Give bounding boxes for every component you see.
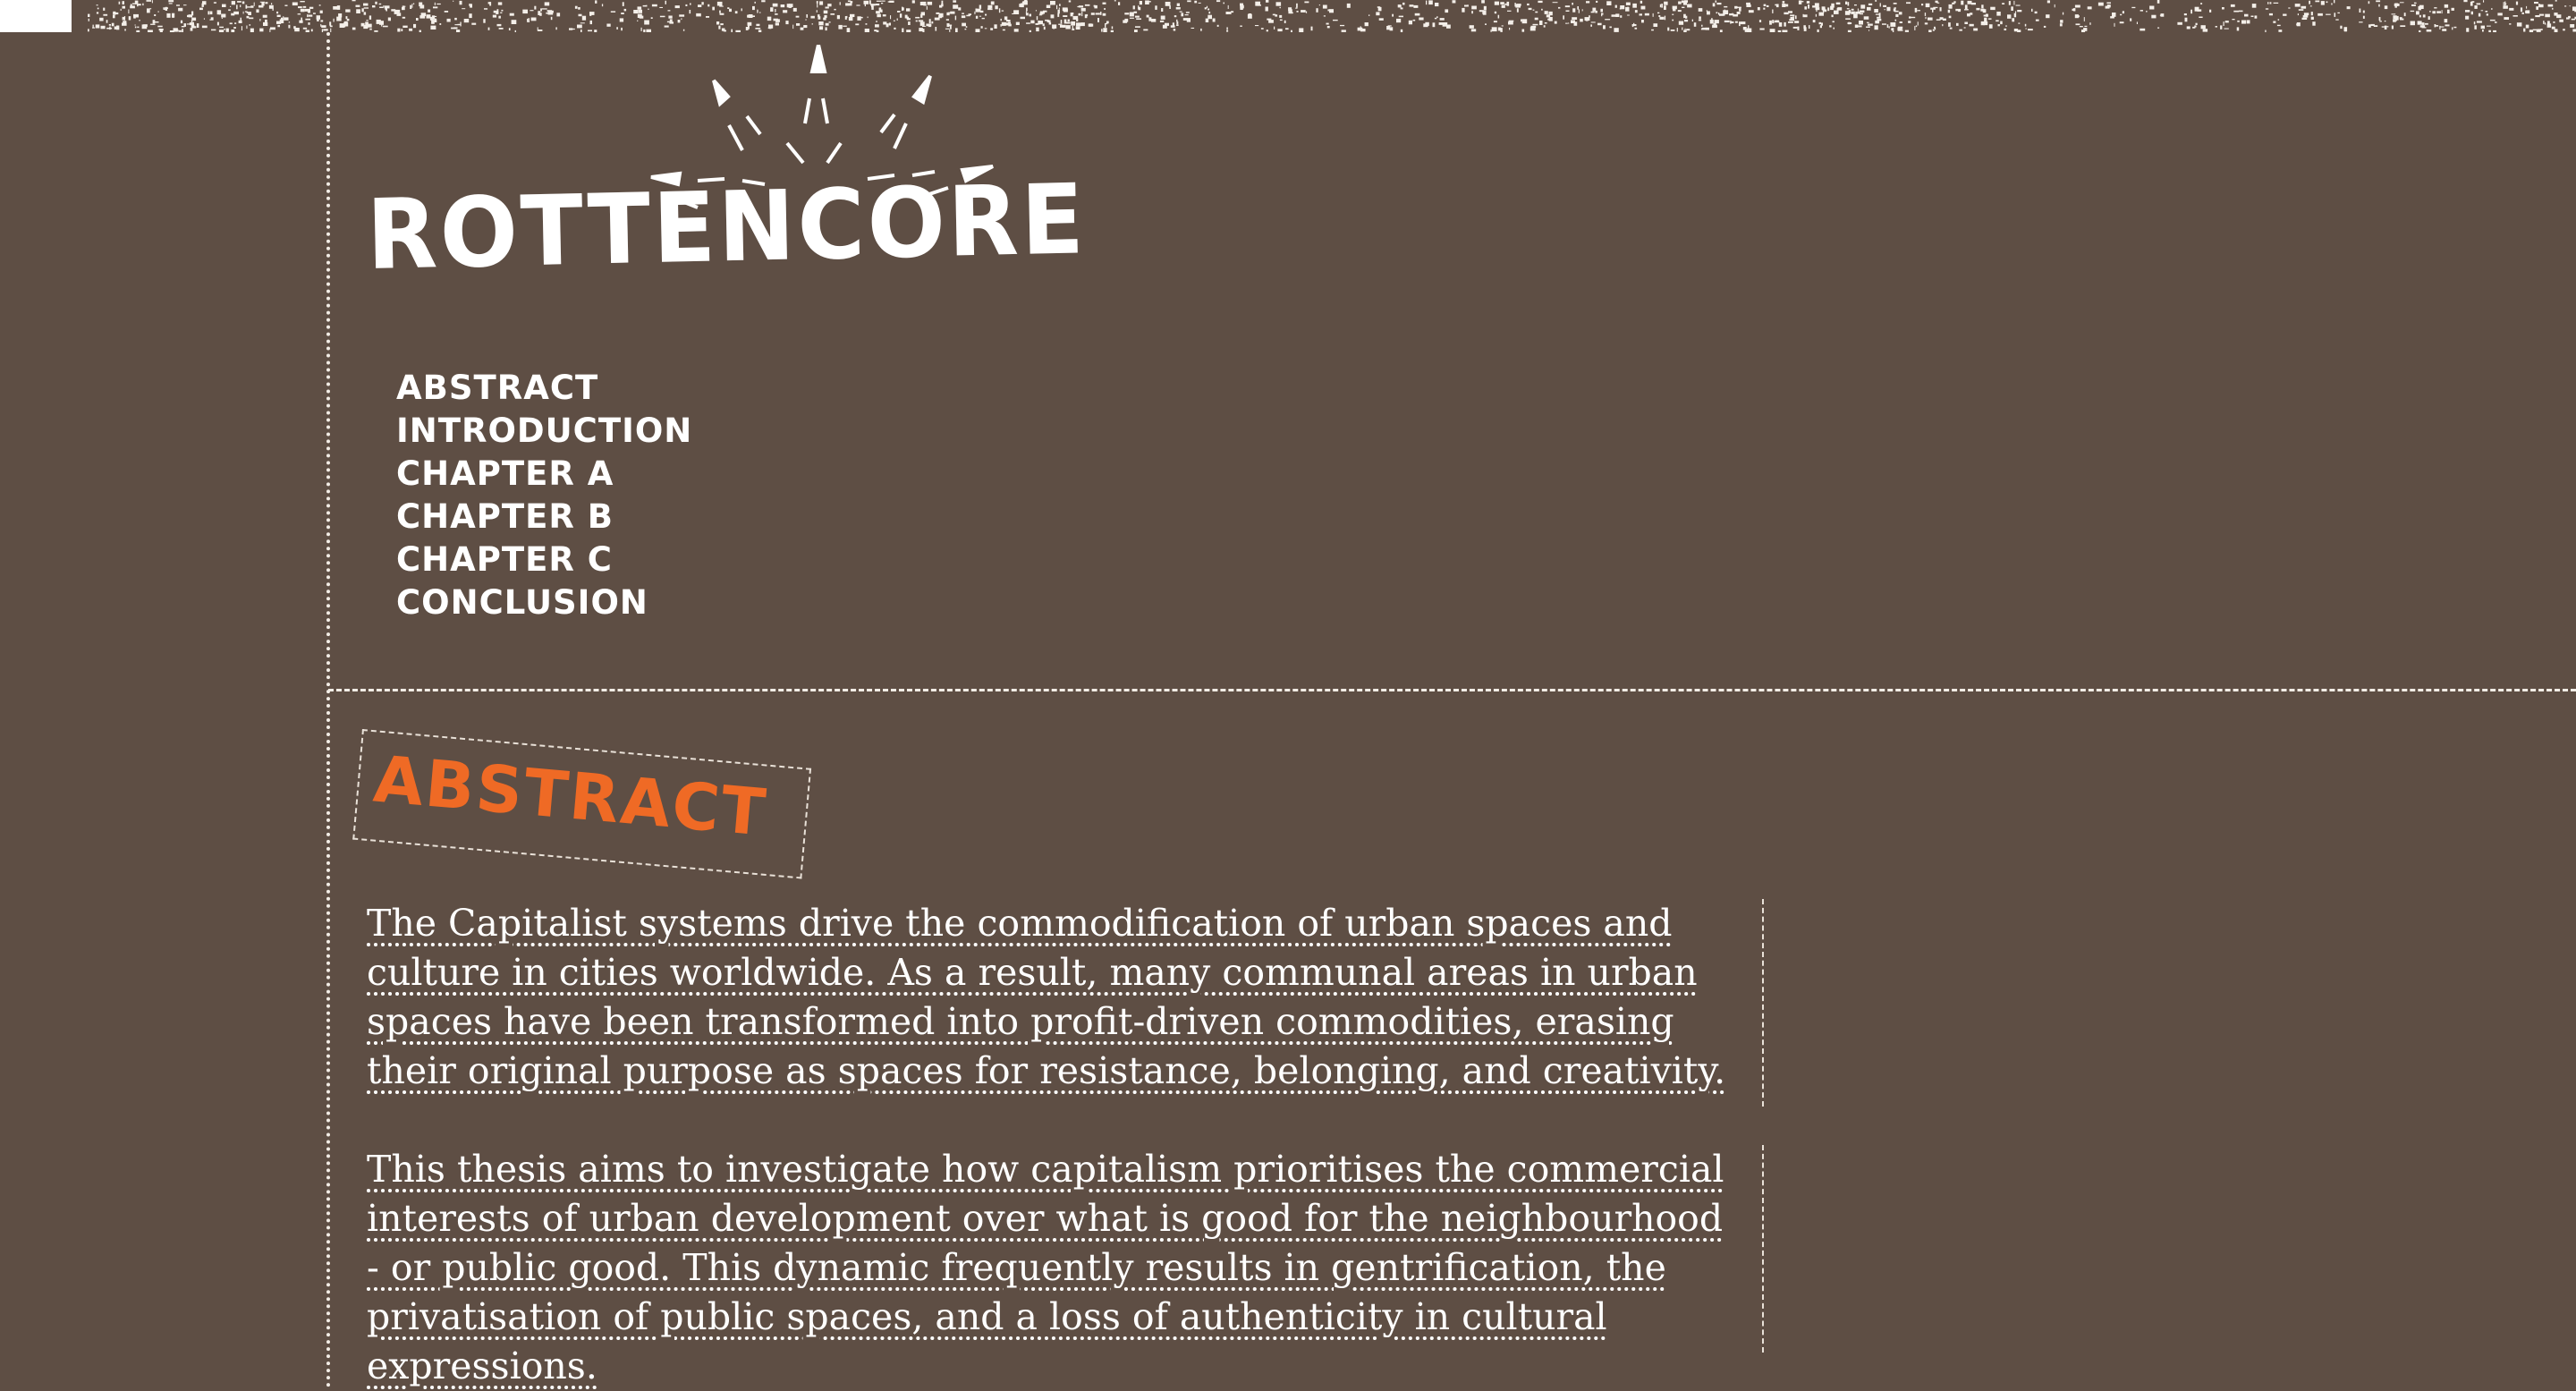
nav-item-chapter-b[interactable]: CHAPTER B bbox=[396, 496, 692, 539]
nav-item-chapter-a[interactable]: CHAPTER A bbox=[396, 453, 692, 496]
chapter-nav: ABSTRACT INTRODUCTION CHAPTER A CHAPTER … bbox=[396, 367, 692, 624]
abstract-paragraph-1: The Capitalist systems drive the commodi… bbox=[367, 899, 1764, 1107]
nav-item-conclusion[interactable]: CONCLUSION bbox=[396, 581, 692, 624]
section-heading: ABSTRACT bbox=[370, 741, 770, 851]
logo-text: ROTTENCORE bbox=[365, 164, 1088, 292]
column-divider bbox=[326, 32, 330, 1388]
nav-item-chapter-c[interactable]: CHAPTER C bbox=[396, 539, 692, 581]
corner-block bbox=[0, 0, 72, 32]
top-texture-banner bbox=[0, 0, 2576, 32]
texture-pattern bbox=[0, 0, 2576, 32]
nav-item-abstract[interactable]: ABSTRACT bbox=[396, 367, 692, 410]
abstract-paragraph-2: This thesis aims to investigate how capi… bbox=[367, 1145, 1764, 1387]
nav-item-introduction[interactable]: INTRODUCTION bbox=[396, 410, 692, 453]
header-divider bbox=[328, 689, 2576, 691]
section-heading-badge: ABSTRACT bbox=[352, 729, 812, 879]
corner-gap bbox=[72, 0, 88, 32]
site-logo[interactable]: ROTTENCORE bbox=[366, 45, 1088, 304]
